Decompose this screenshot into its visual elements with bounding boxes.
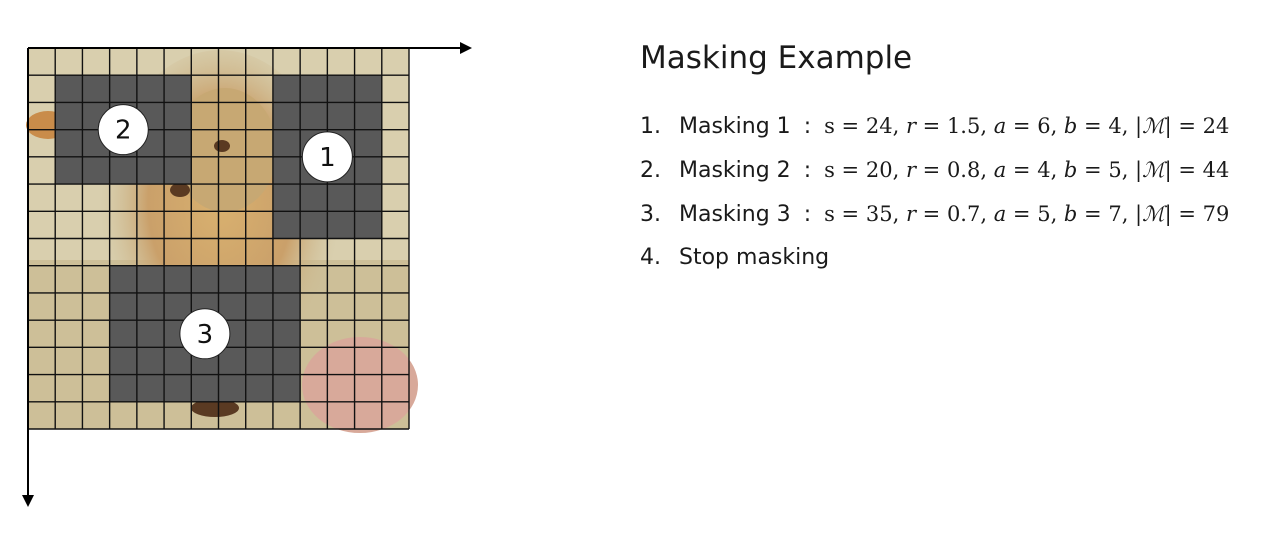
param-a: 5 [1037, 202, 1051, 226]
hand-shape [302, 337, 418, 433]
dog-nose [170, 183, 190, 197]
masking-grid-figure: 1 2 3 [22, 42, 472, 507]
step-item: 4. Stop masking [640, 236, 1260, 280]
param-mask-size: 79 [1202, 202, 1230, 226]
step-label: Masking 2 [679, 158, 791, 183]
panel-title: Masking Example [640, 40, 913, 76]
dog-eye [214, 140, 230, 152]
param-a: 6 [1037, 114, 1051, 138]
param-b: 7 [1108, 202, 1122, 226]
x-axis-arrowhead [460, 42, 472, 54]
mask-badge-label: 3 [197, 320, 214, 350]
step-params: s = 24, r = 1.5, a = 6, b = 4, |ℳ| = 24 [824, 114, 1230, 138]
param-s: 35 [865, 202, 893, 226]
param-r: 0.7 [946, 202, 981, 226]
param-a: 4 [1037, 158, 1051, 182]
step-number: 4. [640, 245, 661, 270]
step-params: s = 20, r = 0.8, a = 4, b = 5, |ℳ| = 44 [824, 158, 1230, 182]
y-axis-arrowhead [22, 495, 34, 507]
mask-badge-label: 1 [319, 143, 336, 173]
step-number: 1. [640, 114, 661, 139]
param-mask-size: 24 [1202, 114, 1230, 138]
masking-example-panel: Masking Example 1. Masking 1 : s = 24, r… [640, 40, 1260, 280]
masking-steps: 1. Masking 1 : s = 24, r = 1.5, a = 6, b… [640, 104, 1260, 280]
param-b: 4 [1108, 114, 1122, 138]
param-r: 1.5 [946, 114, 981, 138]
step-separator: : [803, 202, 812, 227]
step-number: 3. [640, 202, 661, 227]
step-separator: : [803, 114, 812, 139]
step-params: s = 35, r = 0.7, a = 5, b = 7, |ℳ| = 79 [824, 202, 1230, 226]
step-item: 2. Masking 2 : s = 20, r = 0.8, a = 4, b… [640, 148, 1260, 192]
step-label: Masking 1 [679, 114, 791, 139]
step-label: Masking 3 [679, 202, 791, 227]
param-b: 5 [1108, 158, 1122, 182]
param-r: 0.8 [946, 158, 981, 182]
step-item: 3. Masking 3 : s = 35, r = 0.7, a = 5, b… [640, 192, 1260, 236]
param-s: 24 [865, 114, 893, 138]
step-label: Stop masking [679, 245, 830, 270]
step-number: 2. [640, 158, 661, 183]
param-s: 20 [865, 158, 893, 182]
step-item: 1. Masking 1 : s = 24, r = 1.5, a = 6, b… [640, 104, 1260, 148]
mask-badge-label: 2 [115, 116, 132, 146]
step-separator: : [803, 158, 812, 183]
param-mask-size: 44 [1202, 158, 1230, 182]
